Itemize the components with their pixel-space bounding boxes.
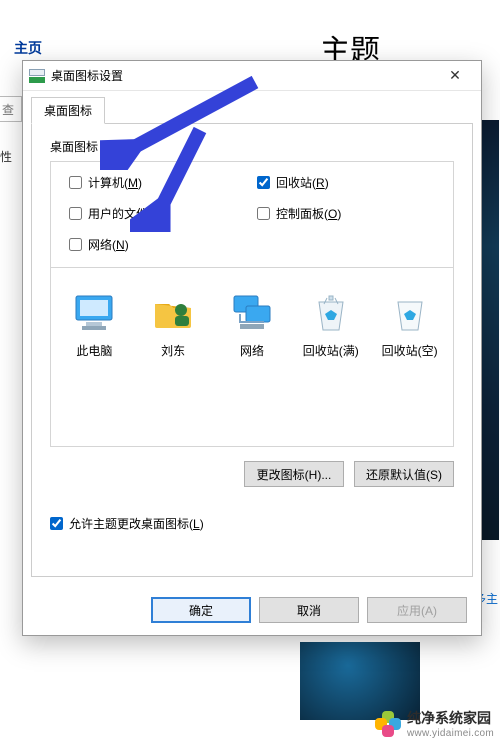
checkbox-network-input[interactable] (69, 238, 82, 251)
close-button[interactable]: ✕ (435, 62, 475, 90)
checkbox-user-files[interactable]: 用户的文件(U) (69, 205, 247, 222)
bg-side-label: 性 (0, 148, 18, 165)
network-icon (230, 292, 274, 332)
checkbox-recycle-bin[interactable]: 回收站(R) (257, 174, 435, 191)
cancel-button[interactable]: 取消 (259, 597, 359, 623)
desktop-icon-settings-dialog: 桌面图标设置 ✕ 桌面图标 桌面图标 计算机(M) 回收站(R) 用户的文件(U… (22, 60, 482, 636)
tab-panel: 桌面图标 计算机(M) 回收站(R) 用户的文件(U) 控制面板(O) (31, 123, 473, 577)
checkbox-network[interactable]: 网络(N) (69, 236, 247, 253)
icon-user-files[interactable]: 刘东 (138, 292, 208, 359)
search-input[interactable]: 查 (0, 96, 22, 122)
checkbox-computer-input[interactable] (69, 176, 82, 189)
checkbox-user-files-input[interactable] (69, 207, 82, 220)
ok-button[interactable]: 确定 (151, 597, 251, 623)
apply-button[interactable]: 应用(A) (367, 597, 467, 623)
checkbox-recycle-bin-input[interactable] (257, 176, 270, 189)
restore-defaults-button[interactable]: 还原默认值(S) (354, 461, 454, 487)
tabstrip: 桌面图标 (23, 91, 481, 124)
icon-preview-well[interactable]: 此电脑 刘东 网络 (50, 267, 454, 447)
user-folder-icon (151, 292, 195, 332)
bg-preview-strip (481, 120, 499, 540)
recycle-empty-icon (388, 292, 432, 332)
checkbox-allow-theme[interactable]: 允许主题更改桌面图标(L) (50, 515, 204, 532)
icon-recycle-empty[interactable]: 回收站(空) (375, 292, 445, 359)
icon-visibility-group: 计算机(M) 回收站(R) 用户的文件(U) 控制面板(O) 网络(N) (50, 161, 454, 268)
dialog-titlebar: 桌面图标设置 ✕ (23, 61, 481, 91)
change-icon-button[interactable]: 更改图标(H)... (244, 461, 344, 487)
tab-desktop-icons[interactable]: 桌面图标 (31, 97, 105, 124)
recycle-full-icon (309, 292, 353, 332)
watermark-logo-icon (375, 711, 401, 737)
icon-network[interactable]: 网络 (217, 292, 287, 359)
dialog-title: 桌面图标设置 (51, 67, 435, 84)
bg-home-link[interactable]: 主页 (14, 38, 42, 58)
icon-this-pc[interactable]: 此电脑 (59, 292, 129, 359)
checkbox-control-panel[interactable]: 控制面板(O) (257, 205, 435, 222)
checkbox-computer[interactable]: 计算机(M) (69, 174, 247, 191)
icon-recycle-full[interactable]: 回收站(满) (296, 292, 366, 359)
watermark: 纯净系统家园 www.yidaimei.com (375, 708, 494, 739)
checkbox-control-panel-input[interactable] (257, 207, 270, 220)
checkbox-allow-theme-input[interactable] (50, 517, 63, 530)
this-pc-icon (72, 292, 116, 332)
dialog-actions: 确定 取消 应用(A) (23, 585, 481, 635)
group-label: 桌面图标 (50, 138, 454, 155)
dialog-icon (29, 69, 45, 83)
